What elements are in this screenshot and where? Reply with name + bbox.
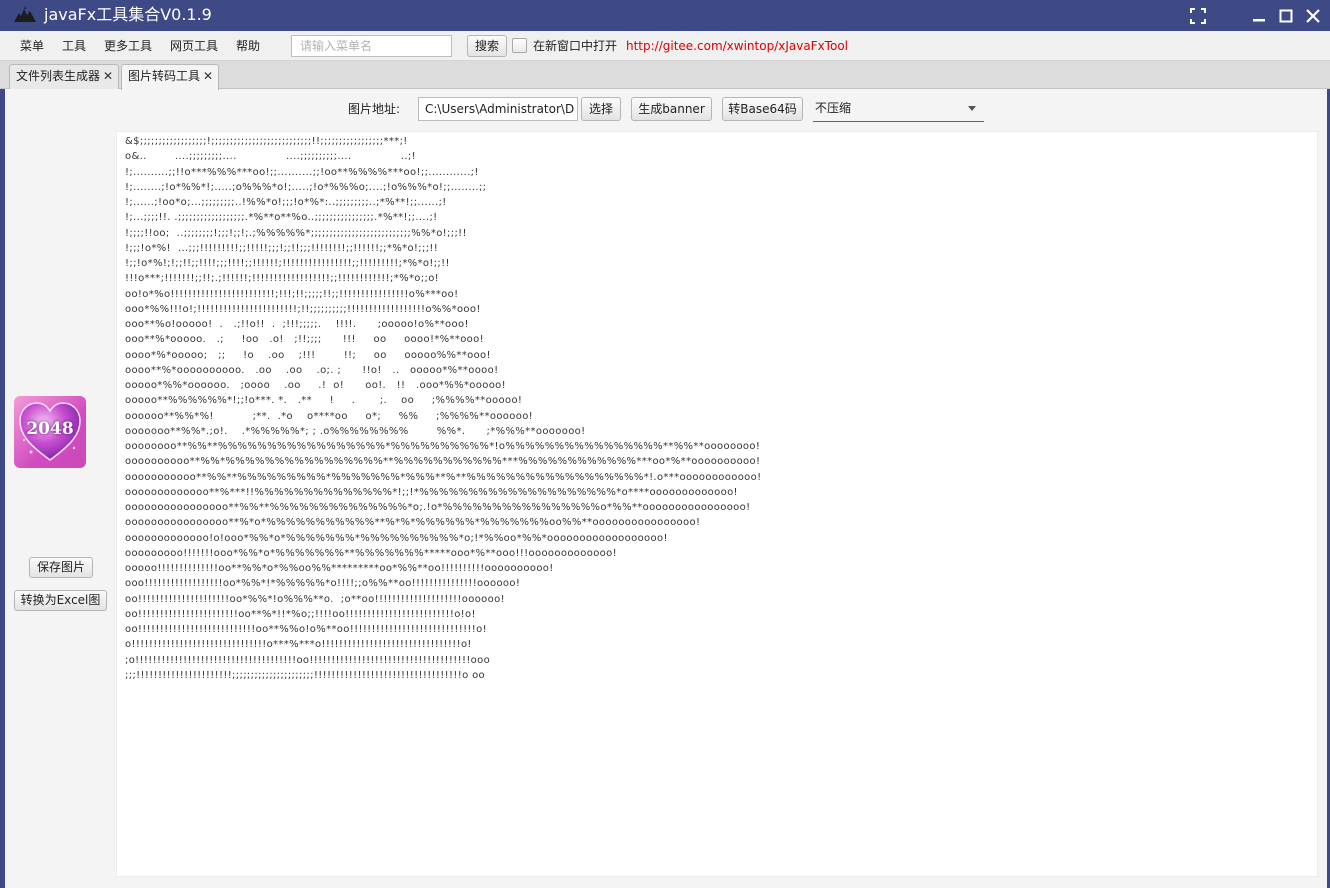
repo-link[interactable]: http://gitee.com/xwintop/xJavaFxTool: [626, 38, 848, 54]
to-base64-button[interactable]: 转Base64码: [722, 97, 803, 121]
output-line: ooooooo**%%*.;o!. .*%%%%%*; ; .o%%%%%%%%…: [125, 425, 586, 437]
image-preview: 2048: [14, 396, 86, 468]
fullscreen-icon[interactable]: [1188, 6, 1208, 26]
output-line: !;..........;;!!o***%%%***oo!;;.........…: [125, 166, 479, 178]
output-line: oooooo**%%*%! ;**. .*o o****oo o*; %% ;%…: [125, 410, 534, 422]
output-line: ooo*%%!!!o!;!!!!!!!!!!!!!!!!!!!!!!!;!!;;…: [125, 303, 481, 315]
output-line: ;o!!!!!!!!!!!!!!!!!!!!!!!!!!!!!!!!!!!!!o…: [125, 654, 491, 666]
compress-select[interactable]: 不压缩: [813, 97, 984, 122]
menu-bar: 菜单 工具 更多工具 网页工具 帮助 搜索 在新窗口中打开 http://git…: [0, 31, 1330, 61]
tab-label: 图片转码工具: [128, 69, 201, 83]
output-line: !;;;;!!oo; ..;;;;;;;;!;;;!;;!;.;%%%%%*;;…: [125, 227, 467, 239]
output-line: oo!o*%o!!!!!!!!!!!!!!!!!!!!!!!!;!!!;!!;;…: [125, 288, 459, 300]
maximize-icon[interactable]: [1276, 6, 1296, 26]
window-title: javaFx工具集合V0.1.9: [44, 5, 212, 24]
convert-to-excel-button[interactable]: 转换为Excel图: [14, 590, 107, 611]
output-line: oooooooooooooooo**%*o*%%%%%%%%%%%**%*%*%…: [125, 517, 701, 529]
output-line: ooooooooooooo!o!ooo*%%*o*%%%%%%%*%%%%%%%…: [125, 532, 668, 544]
output-line: o&.. ....;;;;;;;;;.... ....;;;;;;;;;;...…: [125, 151, 416, 163]
image-path-input[interactable]: C:\Users\Administrator\D: [418, 97, 578, 121]
menu-item-help[interactable]: 帮助: [236, 38, 260, 54]
output-line: ooo!!!!!!!!!!!!!!!!!!oo*%%*!*%%%%%*o!!!!…: [125, 578, 521, 590]
menu-item-web-tools[interactable]: 网页工具: [170, 38, 218, 54]
output-line: o!!!!!!!!!!!!!!!!!!!!!!!!!!!!!!!o***%***…: [125, 639, 472, 651]
output-line: oooo**%*oooooooooo. .oo .oo .o;. ; !!o! …: [125, 364, 499, 376]
output-line: ooooo*%%*oooooo. ;oooo .oo .! o! oo!. !!…: [125, 380, 507, 391]
output-line: &$;;;;;;;;;;;;;;;;;;!;;;;;;;;;;;;;;;;;;;…: [125, 136, 408, 147]
output-line: ooooooooooo**%%**%%%%%%%%%*%%%%%%%*%%%**…: [125, 471, 762, 483]
output-text-area[interactable]: &$;;;;;;;;;;;;;;;;;;!;;;;;;;;;;;;;;;;;;;…: [116, 131, 1318, 877]
output-line: ooooo**%%%%%%*!;;!o***. *. .** ! . ;. oo…: [125, 395, 523, 407]
output-line: oooooooo**%%**%%%%%%%%%%%%%%%%%*%%%%%%%%…: [125, 441, 761, 452]
output-line: !;;;!o*%! ...;;;!!!!!!!!!;;!!!!!;;;!;;!!…: [125, 242, 439, 254]
new-window-label: 在新窗口中打开: [533, 39, 618, 53]
image-path-label: 图片地址:: [348, 102, 401, 116]
tab-close-icon[interactable]: ✕: [203, 65, 213, 87]
output-line: !;;!o*%!;!;;!!;;!!!!;;;!!!!;;!!!!!!;!!!!…: [125, 258, 450, 269]
output-line: !;........;!o*%%*!;.....;o%%%*o!;.....;!…: [125, 181, 487, 193]
tab-bar: 文件列表生成器 ✕ 图片转码工具 ✕: [0, 61, 1330, 90]
menu-item-menu[interactable]: 菜单: [20, 38, 44, 54]
output-line: ;;;!!!!!!!!!!!!!!!!!!!!!!;;;;;;;;;;;;;;;…: [125, 669, 486, 681]
output-line: oooooooooo**%%*%%%%%%%%%%%%%%%%**%%%%%%%…: [125, 456, 761, 468]
minimize-icon[interactable]: [1249, 6, 1269, 26]
menu-search-input[interactable]: [291, 35, 452, 57]
output-line: ooooooooooooo**%***!!%%%%%%%%%%%%%%*!;;!…: [125, 486, 738, 498]
output-line: ooooooooo!!!!!!!ooo*%%*o*%%%%%%%**%%%%%%…: [125, 547, 617, 559]
title-bar: javaFx工具集合V0.1.9: [0, 0, 1330, 31]
output-line: !;......;!oo*o;...;;;;;;;;;..!%%*o!;;;!o…: [125, 197, 447, 208]
preview-text: 2048: [26, 419, 74, 439]
close-icon[interactable]: [1303, 6, 1323, 26]
ascii-art-output: &$;;;;;;;;;;;;;;;;;;!;;;;;;;;;;;;;;;;;;;…: [125, 134, 761, 683]
menu-item-more-tools[interactable]: 更多工具: [104, 38, 152, 54]
output-line: oo!!!!!!!!!!!!!!!!!!!!!!!!!!!oo**%%o!o%*…: [125, 624, 487, 635]
output-line: ooo**%o!ooooo! . .;!!o!! . ;!!!;;;;;. !!…: [125, 319, 469, 330]
choose-button[interactable]: 选择: [581, 97, 621, 121]
output-line: oooooooooooooooo**%%**%%%%%%%%%%%%%%*o;.…: [125, 502, 751, 513]
menu-item-tools[interactable]: 工具: [62, 38, 86, 54]
output-line: oo!!!!!!!!!!!!!!!!!!!!!oo*%%*!o%%%**o. ;…: [125, 593, 505, 605]
output-line: oo!!!!!!!!!!!!!!!!!!!!!!!oo**%*!!*%o;;!!…: [125, 608, 476, 620]
output-line: ooooo!!!!!!!!!!!!!!oo**%%*o*%%oo%%******…: [125, 563, 554, 574]
output-line: oooo*%*ooooo; ;; !o .oo ;!!! !!; oo oooo…: [125, 349, 491, 361]
window-left-border: [0, 89, 5, 888]
tab-file-list-generator[interactable]: 文件列表生成器 ✕: [9, 64, 119, 89]
compress-selected-value: 不压缩: [815, 101, 852, 115]
generate-banner-button[interactable]: 生成banner: [631, 97, 712, 121]
output-line: !!!o***;!!!!!!!;;!!;.;!!!!!!;!!!!!!!!!!!…: [125, 273, 440, 285]
output-line: !;...;;;;!!. .;;;;;;;;;;;;;;;;;;.*%**o**…: [125, 212, 438, 224]
new-window-checkbox[interactable]: [512, 38, 527, 53]
tab-close-icon[interactable]: ✕: [103, 65, 113, 87]
save-image-button[interactable]: 保存图片: [29, 557, 93, 578]
output-line: ooo**%*ooooo. .; !oo .o! ;!!;;;; !!! oo …: [125, 334, 484, 346]
tab-label: 文件列表生成器: [16, 69, 101, 83]
dropdown-arrow-icon: [968, 106, 976, 111]
app-logo-icon: [14, 6, 36, 22]
tab-image-transcoder[interactable]: 图片转码工具 ✕: [121, 64, 219, 90]
search-button[interactable]: 搜索: [467, 35, 507, 57]
